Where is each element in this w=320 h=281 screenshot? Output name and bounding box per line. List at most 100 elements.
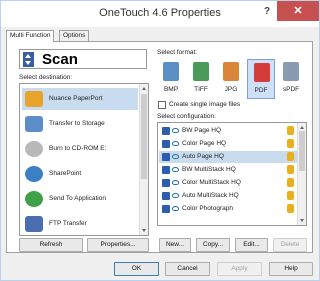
format-list[interactable]: BMP TIFF JPG PDF sPDF — [157, 59, 307, 99]
scanner-icon — [162, 205, 170, 213]
scanner-icon — [162, 179, 170, 187]
scroll-down-icon[interactable] — [142, 229, 146, 232]
scanner-icon — [162, 127, 170, 135]
destination-label: SharePoint — [49, 170, 82, 177]
title-bar: OneTouch 4.6 Properties ? ✕ — [1, 1, 319, 27]
configuration-label: Color MultiStack HQ — [182, 179, 241, 186]
lock-icon — [287, 126, 294, 135]
tab-options[interactable]: Options — [59, 30, 90, 41]
configuration-scrollbar[interactable] — [297, 123, 306, 225]
cd-icon — [25, 141, 43, 157]
format-item-bmp[interactable]: BMP — [157, 59, 185, 99]
bmp-icon — [163, 62, 179, 81]
help-icon[interactable]: ? — [259, 5, 275, 19]
lock-icon — [287, 152, 294, 161]
lock-icon — [287, 204, 294, 213]
refresh-button[interactable]: Refresh — [19, 238, 83, 252]
send-app-icon — [25, 191, 43, 207]
scanner-icon — [162, 166, 170, 174]
eye-icon — [172, 206, 179, 211]
eye-icon — [172, 180, 179, 185]
list-item[interactable]: Transfer to Storage — [22, 113, 138, 135]
storage-icon — [25, 116, 43, 132]
scroll-up-icon[interactable] — [300, 126, 304, 129]
lock-icon — [287, 178, 294, 187]
eye-icon — [172, 141, 179, 146]
configuration-label: Auto MultiStack HQ — [182, 192, 239, 199]
spin-down-icon[interactable] — [25, 61, 31, 65]
sharepoint-icon — [25, 166, 43, 182]
scroll-down-icon[interactable] — [300, 219, 304, 222]
scroll-thumb[interactable] — [141, 94, 147, 179]
configuration-label: Color Page HQ — [182, 140, 227, 147]
single-image-label: Create single image files — [169, 101, 241, 108]
table-row[interactable]: Color Photograph — [159, 203, 297, 215]
tiff-icon — [193, 62, 209, 81]
destination-label: Transfer to Storage — [49, 120, 105, 127]
table-row[interactable]: Color MultiStack HQ — [159, 177, 297, 189]
format-item-tiff[interactable]: TIFF — [187, 59, 215, 99]
scanner-icon — [162, 192, 170, 200]
destination-scrollbar[interactable] — [139, 84, 148, 235]
destination-label: FTP Transfer — [49, 220, 87, 227]
spdf-icon — [283, 62, 299, 81]
spin-up-icon[interactable] — [25, 54, 31, 58]
tab-multi-function[interactable]: Multi Function — [6, 30, 55, 42]
configuration-label: BW Page HQ — [182, 127, 222, 134]
format-item-pdf[interactable]: PDF — [247, 59, 275, 99]
list-item[interactable]: SharePoint — [22, 163, 138, 185]
format-label: sPDF — [282, 86, 300, 93]
destination-label: Nuance PaperPort — [49, 95, 103, 102]
format-label: PDF — [254, 87, 268, 94]
list-item[interactable]: Send To Application — [22, 188, 138, 210]
cancel-button[interactable]: Cancel — [165, 262, 210, 276]
scanner-icon — [162, 153, 170, 161]
paperport-icon — [25, 91, 43, 107]
eye-icon — [172, 154, 179, 159]
scroll-up-icon[interactable] — [142, 87, 146, 90]
destination-heading: Select destination: — [19, 74, 73, 81]
close-button[interactable]: ✕ — [277, 1, 319, 21]
scan-selector[interactable]: Scan — [19, 49, 147, 69]
properties-button[interactable]: Properties... — [87, 238, 149, 252]
destination-label: Send To Application — [49, 195, 106, 202]
ok-button[interactable]: OK — [114, 262, 159, 276]
configuration-label: Auto Page HQ — [182, 153, 224, 160]
format-item-spdf[interactable]: sPDF — [277, 59, 305, 99]
lock-icon — [287, 191, 294, 200]
format-label: TIFF — [194, 86, 208, 93]
table-row[interactable]: BW Page HQ — [159, 125, 297, 137]
list-item[interactable]: Burn to CD-ROM E: — [22, 138, 138, 160]
format-label: JPG — [224, 86, 238, 93]
lock-icon — [287, 165, 294, 174]
apply-button[interactable]: Apply — [217, 262, 262, 276]
edit-button[interactable]: Edit... — [235, 238, 268, 252]
table-row[interactable]: Auto MultiStack HQ — [159, 190, 297, 202]
scanner-icon — [162, 140, 170, 148]
destination-label: Burn to CD-ROM E: — [49, 145, 107, 152]
scan-spinner[interactable] — [23, 52, 34, 67]
configuration-label: Color Photograph — [182, 205, 233, 212]
delete-button[interactable]: Delete — [273, 238, 307, 252]
copy-button[interactable]: Copy... — [196, 238, 230, 252]
new-button[interactable]: New... — [159, 238, 191, 252]
configuration-list[interactable]: BW Page HQ Color Page HQ Auto Page HQ BW… — [157, 122, 307, 226]
eye-icon — [172, 167, 179, 172]
table-row[interactable]: Color Page HQ — [159, 138, 297, 150]
eye-icon — [172, 128, 179, 133]
eye-icon — [172, 193, 179, 198]
jpg-icon — [223, 62, 239, 81]
scroll-thumb[interactable] — [299, 131, 305, 171]
format-heading: Select format: — [157, 49, 198, 56]
list-item[interactable]: FTP Transfer — [22, 213, 138, 235]
lock-icon — [287, 139, 294, 148]
destination-list[interactable]: Nuance PaperPort Transfer to Storage Bur… — [19, 83, 149, 236]
single-image-checkbox[interactable] — [158, 101, 166, 109]
help-button[interactable]: Help — [269, 262, 313, 276]
table-row[interactable]: Auto Page HQ — [159, 151, 297, 163]
table-row[interactable]: BW MultiStack HQ — [159, 164, 297, 176]
format-label: BMP — [163, 86, 179, 93]
list-item[interactable]: Nuance PaperPort — [22, 88, 138, 110]
pdf-icon — [254, 63, 270, 82]
format-item-jpg[interactable]: JPG — [217, 59, 245, 99]
